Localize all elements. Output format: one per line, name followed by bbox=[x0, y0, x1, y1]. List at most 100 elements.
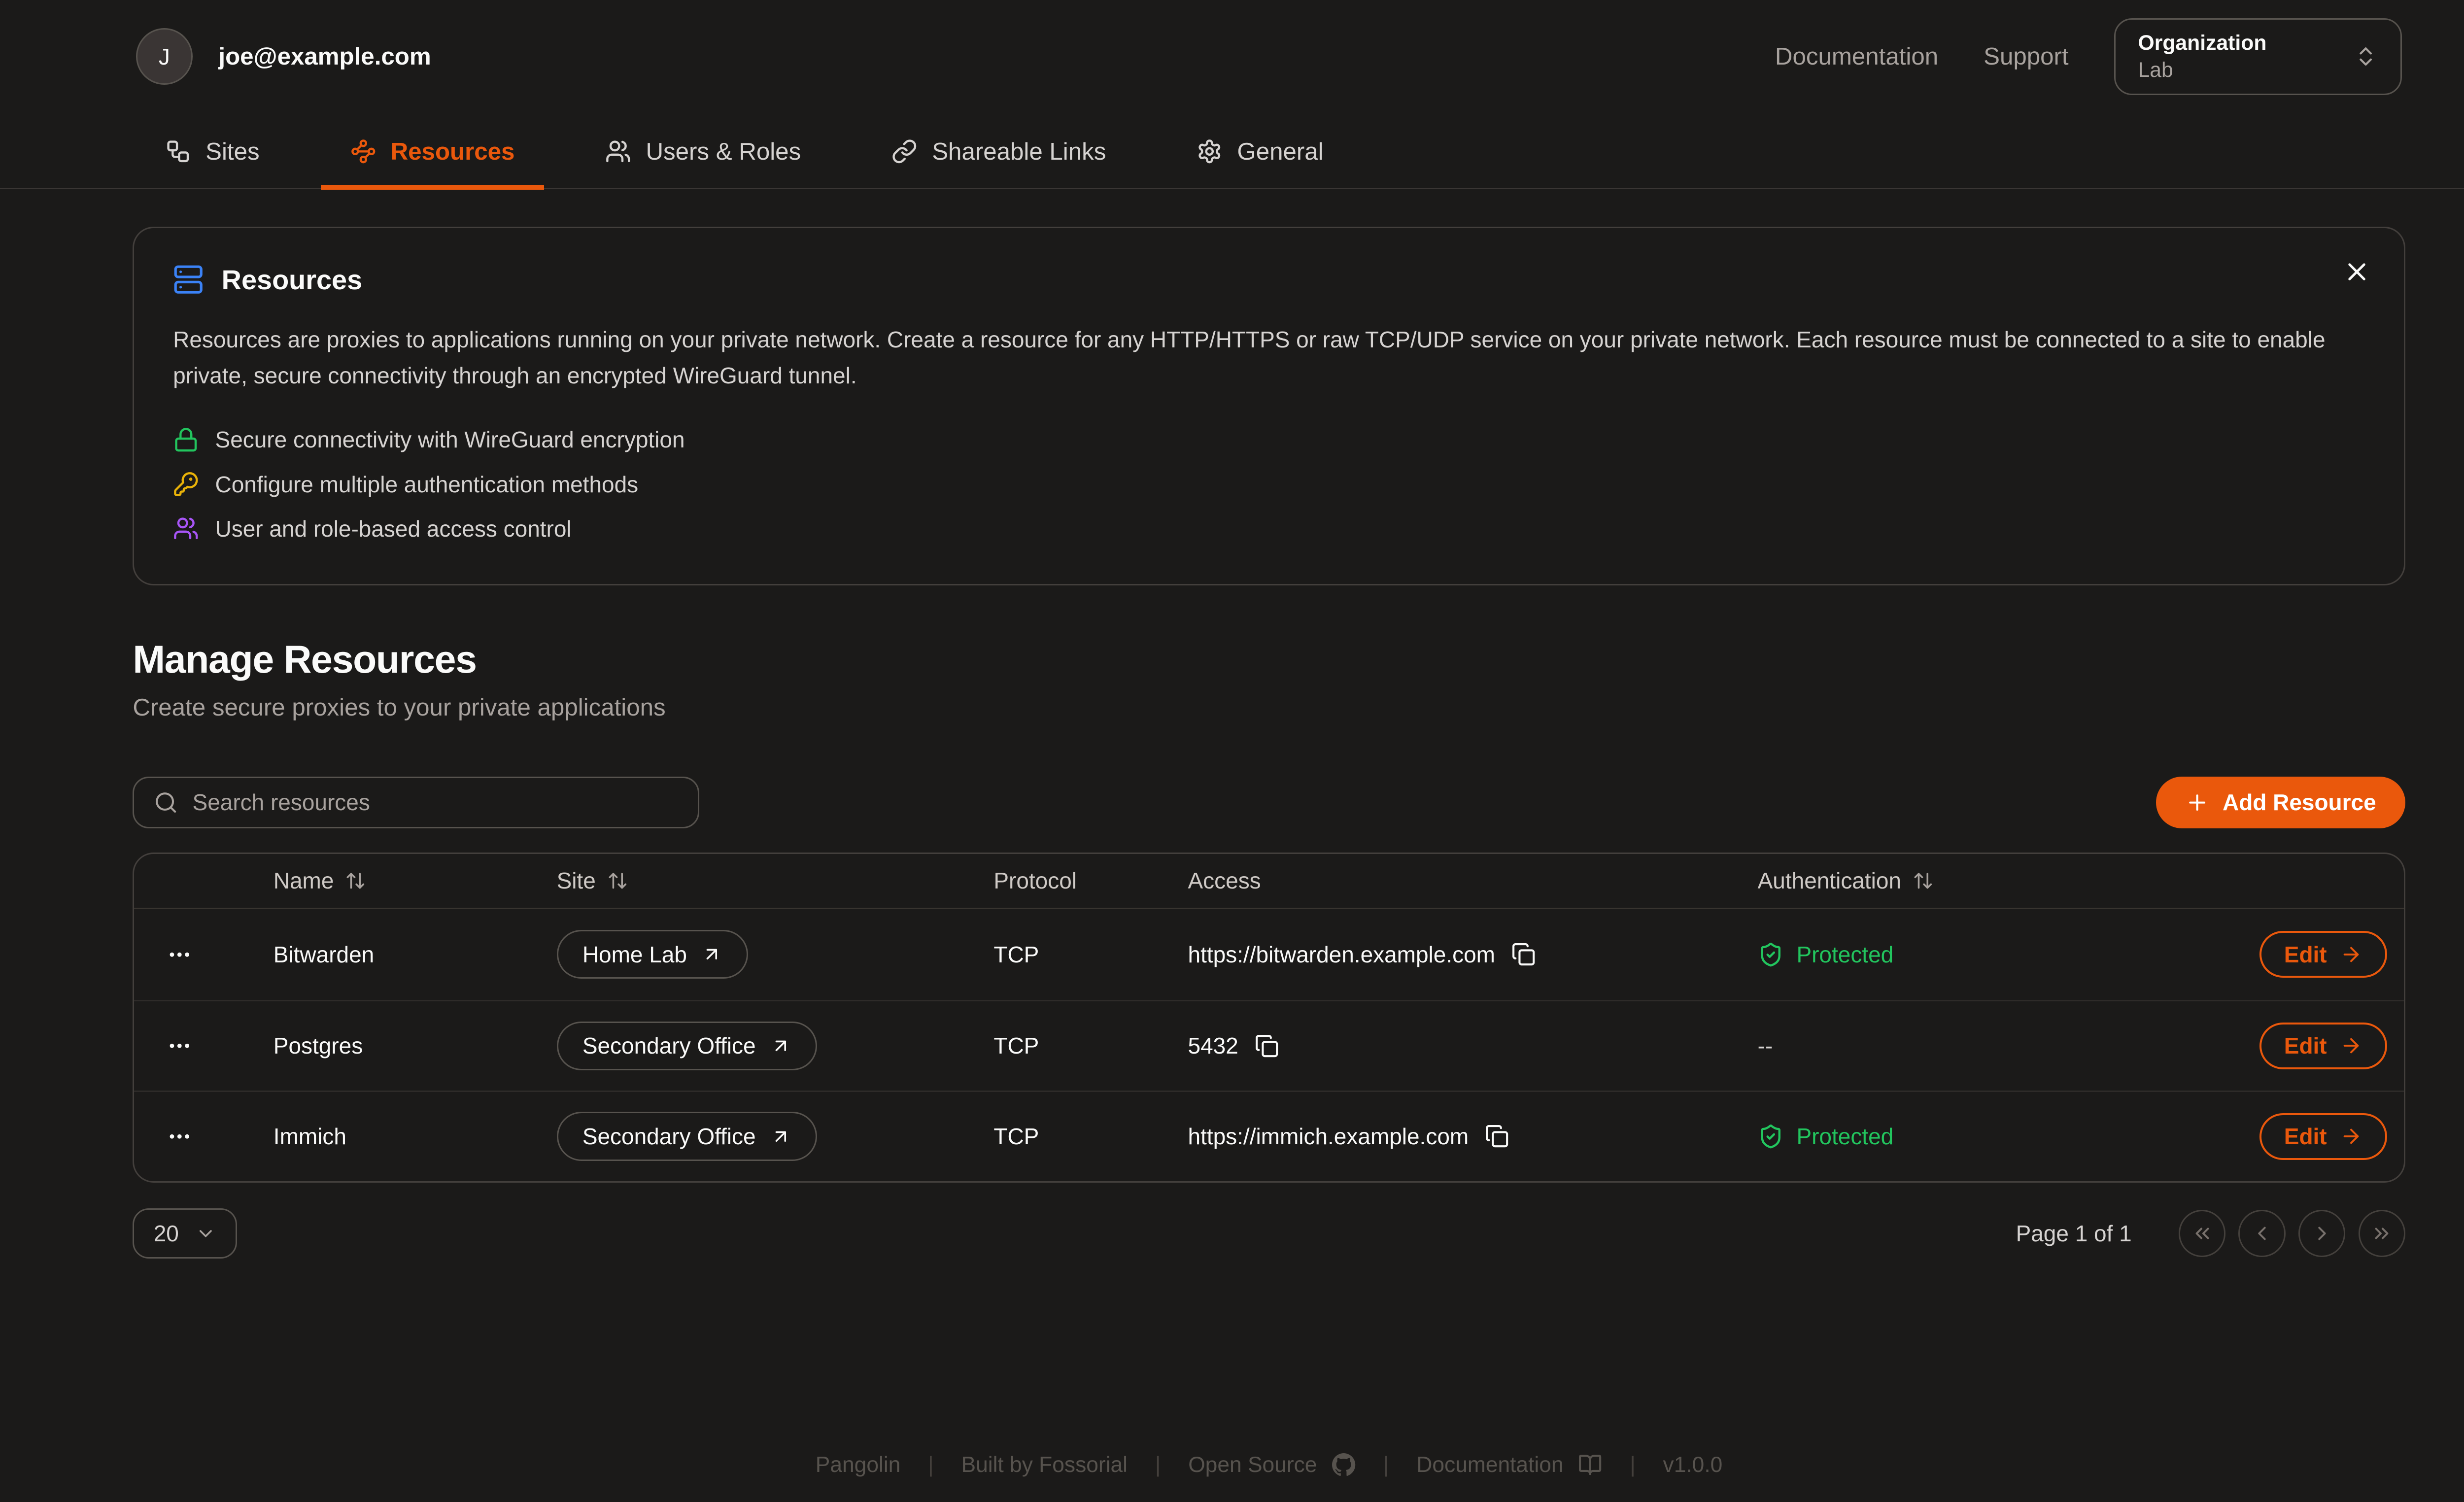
site-link-button[interactable]: Secondary Office bbox=[557, 1022, 818, 1070]
auth-status-badge: Protected bbox=[1758, 1123, 1894, 1150]
chevrons-right-icon bbox=[2370, 1222, 2393, 1245]
sites-icon bbox=[165, 138, 191, 165]
next-page-button[interactable] bbox=[2298, 1210, 2345, 1257]
tab-bar: Sites Resources Users & Roles Shareable … bbox=[0, 113, 2464, 189]
cell-access: https://immich.example.com bbox=[1188, 1123, 1469, 1150]
edit-button[interactable]: Edit bbox=[2259, 1113, 2387, 1160]
arrow-up-right-icon bbox=[770, 1035, 791, 1057]
ellipsis-icon bbox=[167, 942, 193, 968]
tab-resources[interactable]: Resources bbox=[321, 113, 544, 190]
nav-documentation-link[interactable]: Documentation bbox=[1775, 42, 1938, 70]
info-card-title: Resources bbox=[222, 264, 363, 296]
github-icon bbox=[1332, 1453, 1356, 1477]
previous-page-button[interactable] bbox=[2238, 1210, 2285, 1257]
lock-icon bbox=[173, 427, 199, 453]
table-header-row: Name Site Protocol Access Authentication bbox=[134, 854, 2403, 909]
row-menu-button[interactable] bbox=[134, 1124, 241, 1150]
tab-sites[interactable]: Sites bbox=[136, 113, 289, 190]
table-row: Immich Secondary Office TCP https://immi… bbox=[134, 1091, 2403, 1181]
chevrons-up-down-icon bbox=[2354, 44, 2378, 68]
bullet-label: Secure connectivity with WireGuard encry… bbox=[215, 426, 685, 453]
table-row: Bitwarden Home Lab TCP https://bitwarden… bbox=[134, 909, 2403, 1000]
cell-protocol: TCP bbox=[961, 1123, 1156, 1150]
info-card-description: Resources are proxies to applications ru… bbox=[173, 322, 2358, 394]
copy-icon[interactable] bbox=[1485, 1124, 1509, 1148]
auth-status-badge: -- bbox=[1758, 1032, 1773, 1059]
chevron-left-icon bbox=[2251, 1222, 2273, 1245]
column-header-site[interactable]: Site bbox=[524, 867, 961, 894]
arrow-up-right-icon bbox=[701, 944, 722, 965]
shield-check-icon bbox=[1758, 1124, 1784, 1150]
tab-shareable-links[interactable]: Shareable Links bbox=[862, 113, 1135, 190]
nav-support-link[interactable]: Support bbox=[1984, 42, 2069, 70]
chevrons-left-icon bbox=[2191, 1222, 2214, 1245]
bullet-label: User and role-based access control bbox=[215, 515, 572, 542]
add-resource-label: Add Resource bbox=[2223, 789, 2376, 816]
ellipsis-icon bbox=[167, 1124, 193, 1150]
row-menu-button[interactable] bbox=[134, 1033, 241, 1059]
table-row: Postgres Secondary Office TCP 5432 -- Ed… bbox=[134, 1000, 2403, 1091]
column-header-name[interactable]: Name bbox=[241, 867, 524, 894]
tab-sites-label: Sites bbox=[205, 137, 260, 166]
bullet-access-control: User and role-based access control bbox=[173, 515, 2365, 542]
cell-name: Bitwarden bbox=[241, 941, 524, 968]
tab-users-roles-label: Users & Roles bbox=[646, 137, 801, 166]
close-icon[interactable] bbox=[2336, 251, 2378, 293]
page-subtitle: Create secure proxies to your private ap… bbox=[133, 693, 2405, 721]
key-icon bbox=[173, 471, 199, 497]
auth-status-badge: Protected bbox=[1758, 941, 1894, 968]
resources-icon bbox=[350, 138, 376, 165]
column-header-authentication[interactable]: Authentication bbox=[1725, 867, 2227, 894]
cell-protocol: TCP bbox=[961, 941, 1156, 968]
footer-version: v1.0.0 bbox=[1663, 1453, 1723, 1477]
organization-value: Lab bbox=[2138, 58, 2325, 82]
search-box[interactable] bbox=[133, 777, 699, 828]
edit-button[interactable]: Edit bbox=[2259, 931, 2387, 978]
add-resource-button[interactable]: Add Resource bbox=[2156, 777, 2405, 828]
link-icon bbox=[891, 138, 918, 165]
footer-documentation-link[interactable]: Documentation bbox=[1416, 1453, 1602, 1477]
last-page-button[interactable] bbox=[2359, 1210, 2405, 1257]
copy-icon[interactable] bbox=[1255, 1034, 1279, 1058]
users-icon bbox=[173, 515, 199, 542]
cell-name: Immich bbox=[241, 1123, 524, 1150]
search-icon bbox=[154, 790, 178, 815]
tab-general[interactable]: General bbox=[1167, 113, 1353, 190]
arrow-up-right-icon bbox=[770, 1126, 791, 1147]
avatar[interactable]: J bbox=[136, 28, 193, 85]
footer: Pangolin | Built by Fossorial | Open Sou… bbox=[0, 1453, 2464, 1477]
book-open-icon bbox=[1578, 1453, 1602, 1477]
gear-icon bbox=[1197, 138, 1223, 165]
footer-built-by: Built by Fossorial bbox=[961, 1453, 1128, 1477]
tab-users-roles[interactable]: Users & Roles bbox=[576, 113, 830, 190]
organization-selector[interactable]: Organization Lab bbox=[2114, 18, 2402, 96]
page-info: Page 1 of 1 bbox=[2016, 1220, 2132, 1247]
copy-icon[interactable] bbox=[1511, 942, 1536, 966]
search-input[interactable] bbox=[193, 789, 679, 816]
chevron-right-icon bbox=[2311, 1222, 2333, 1245]
sort-icon bbox=[1913, 870, 1934, 891]
bullet-secure-connectivity: Secure connectivity with WireGuard encry… bbox=[173, 426, 2365, 453]
organization-label: Organization bbox=[2138, 31, 2325, 55]
tab-general-label: General bbox=[1237, 137, 1323, 166]
row-menu-button[interactable] bbox=[134, 942, 241, 968]
chevron-down-icon bbox=[195, 1223, 216, 1244]
page-size-selector[interactable]: 20 bbox=[133, 1208, 237, 1259]
site-link-button[interactable]: Secondary Office bbox=[557, 1112, 818, 1161]
tab-shareable-links-label: Shareable Links bbox=[932, 137, 1106, 166]
page-title: Manage Resources bbox=[133, 637, 2405, 682]
footer-open-source-link[interactable]: Open Source bbox=[1188, 1453, 1356, 1477]
column-header-access: Access bbox=[1156, 867, 1725, 894]
arrow-right-icon bbox=[2340, 1034, 2362, 1057]
first-page-button[interactable] bbox=[2179, 1210, 2225, 1257]
resources-table: Name Site Protocol Access Authentication bbox=[133, 853, 2405, 1182]
cell-protocol: TCP bbox=[961, 1032, 1156, 1059]
cell-access: 5432 bbox=[1188, 1032, 1238, 1059]
site-link-button[interactable]: Home Lab bbox=[557, 930, 749, 979]
bullet-label: Configure multiple authentication method… bbox=[215, 471, 639, 498]
bullet-authentication-methods: Configure multiple authentication method… bbox=[173, 471, 2365, 498]
edit-button[interactable]: Edit bbox=[2259, 1023, 2387, 1069]
user-email: joe@example.com bbox=[218, 42, 431, 70]
sort-icon bbox=[345, 870, 366, 891]
cell-access: https://bitwarden.example.com bbox=[1188, 941, 1495, 968]
